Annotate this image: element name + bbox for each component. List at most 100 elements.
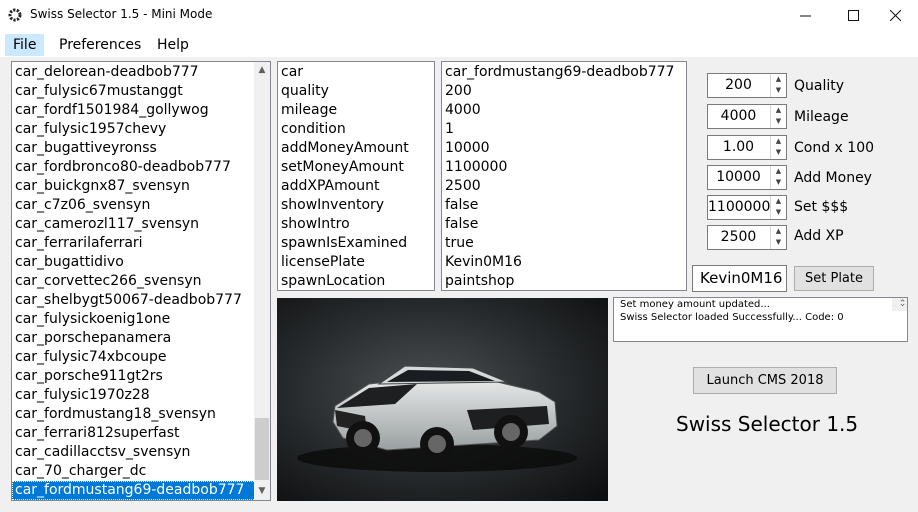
mileage-value[interactable]: 4000 <box>708 108 769 124</box>
property-key[interactable]: setMoneyAmount <box>278 158 434 177</box>
car-list-item[interactable]: car_camerozl117_svensyn <box>12 215 270 234</box>
spin-down-icon[interactable]: ▼ <box>771 177 786 188</box>
set-money-label: Set $$$ <box>794 199 849 215</box>
property-key[interactable]: quality <box>278 82 434 101</box>
spin-up-icon[interactable]: ▲ <box>771 166 786 177</box>
property-value[interactable]: 1100000 <box>442 158 686 177</box>
car-list-item[interactable]: car_bugattiveyronss <box>12 139 270 158</box>
condition-value[interactable]: 1.00 <box>708 139 769 155</box>
property-value[interactable]: 10000 <box>442 139 686 158</box>
mileage-stepper[interactable]: 4000 ▲ ▼ <box>707 104 787 129</box>
minimize-button[interactable] <box>782 0 828 30</box>
car-list-item[interactable]: car_ferrari812superfast <box>12 424 270 443</box>
add-xp-spinner[interactable]: ▲ ▼ <box>770 226 786 249</box>
close-icon <box>889 9 901 21</box>
car-list-item[interactable]: car_70_charger_dc <box>12 462 270 481</box>
mileage-spinner[interactable]: ▲ ▼ <box>770 105 786 128</box>
car-list-item[interactable]: car_fulysic74xbcoupe <box>12 348 270 367</box>
car-list-item[interactable]: car_porsche911gt2rs <box>12 367 270 386</box>
property-key[interactable]: condition <box>278 120 434 139</box>
maximize-button[interactable] <box>830 0 876 30</box>
spin-up-icon[interactable]: ▲ <box>771 105 786 116</box>
car-list-item[interactable]: car_ferrarilaferrari <box>12 234 270 253</box>
property-key[interactable]: showIntro <box>278 215 434 234</box>
car-list-item[interactable]: car_c7z06_svensyn <box>12 196 270 215</box>
add-money-stepper[interactable]: 10000 ▲ ▼ <box>707 165 787 190</box>
property-key[interactable]: addXPAmount <box>278 177 434 196</box>
license-plate-input[interactable]: Kevin0M16 <box>692 265 787 292</box>
car-list-item[interactable]: car_porschepanamera <box>12 329 270 348</box>
spin-down-icon[interactable]: ▼ <box>771 147 786 158</box>
set-plate-button[interactable]: Set Plate <box>794 266 874 291</box>
quality-value[interactable]: 200 <box>708 77 769 93</box>
property-value[interactable]: paintshop <box>442 272 686 290</box>
chevron-down-icon[interactable]: ⌄ <box>892 298 907 311</box>
property-key[interactable]: licensePlate <box>278 253 434 272</box>
spin-up-icon[interactable]: ▲ <box>771 136 786 147</box>
property-key[interactable]: spawnLocation <box>278 272 434 290</box>
add-money-value[interactable]: 10000 <box>708 169 769 185</box>
car-list-item[interactable]: car_fordmustang69-deadbob777 <box>12 481 270 500</box>
car-list-item[interactable]: car_fordbronco80-deadbob777 <box>12 158 270 177</box>
car-list-item[interactable]: car_bugattidivo <box>12 253 270 272</box>
property-value[interactable]: 200 <box>442 82 686 101</box>
scroll-up-arrow-icon[interactable]: ▲ <box>254 62 270 79</box>
car-list-item[interactable]: car_fulysic1970z28 <box>12 386 270 405</box>
property-key[interactable]: addMoneyAmount <box>278 139 434 158</box>
quality-spinner[interactable]: ▲ ▼ <box>770 74 786 97</box>
spin-down-icon[interactable]: ▼ <box>771 237 786 248</box>
maximize-icon <box>847 9 859 21</box>
car-list-item[interactable]: car_fulysic67mustanggt <box>12 82 270 101</box>
property-value[interactable]: Kevin0M16 <box>442 253 686 272</box>
status-scrollbar[interactable]: ⌃ ⌄ <box>892 298 907 311</box>
property-key[interactable]: car <box>278 63 434 82</box>
set-money-value[interactable]: 1100000 <box>708 199 770 215</box>
launch-cms-button[interactable]: Launch CMS 2018 <box>693 367 837 394</box>
car-list-scrollbar[interactable]: ▲ ▼ <box>254 62 270 500</box>
property-value[interactable]: 1 <box>442 120 686 139</box>
menu-preferences[interactable]: Preferences <box>51 34 149 56</box>
set-money-stepper[interactable]: 1100000 ▲ ▼ <box>707 195 787 220</box>
status-log[interactable]: Set money amount updated... Swiss Select… <box>613 297 908 342</box>
spin-down-icon[interactable]: ▼ <box>771 85 786 96</box>
property-keys-listbox[interactable]: car quality mileage condition addMoneyAmount… <box>277 61 435 291</box>
car-list-item[interactable]: car_fulysickoenig1one <box>12 310 270 329</box>
add-xp-stepper[interactable]: 2500 ▲ ▼ <box>707 225 787 250</box>
close-button[interactable] <box>872 0 918 30</box>
property-key[interactable]: mileage <box>278 101 434 120</box>
property-key[interactable]: spawnIsExamined <box>278 234 434 253</box>
car-list-item[interactable]: car_corvettec266_svensyn <box>12 272 270 291</box>
spin-up-icon[interactable]: ▲ <box>771 74 786 85</box>
set-money-spinner[interactable]: ▲ ▼ <box>770 196 786 219</box>
quality-stepper[interactable]: 200 ▲ ▼ <box>707 73 787 98</box>
spin-up-icon[interactable]: ▲ <box>771 196 786 207</box>
car-list-item[interactable]: car_shelbygt50067-deadbob777 <box>12 291 270 310</box>
scroll-thumb[interactable] <box>255 418 269 480</box>
spin-down-icon[interactable]: ▼ <box>771 207 786 218</box>
car-list-item[interactable]: car_fulysic1957chevy <box>12 120 270 139</box>
condition-stepper[interactable]: 1.00 ▲ ▼ <box>707 135 787 160</box>
property-values-listbox[interactable]: car_fordmustang69-deadbob777 200 4000 1 1000… <box>441 61 687 291</box>
status-line: Swiss Selector loaded Successfully... Co… <box>620 312 844 323</box>
property-key[interactable]: showInventory <box>278 196 434 215</box>
property-value[interactable]: car_fordmustang69-deadbob777 <box>442 63 686 82</box>
property-value[interactable]: false <box>442 196 686 215</box>
property-value[interactable]: 2500 <box>442 177 686 196</box>
spin-up-icon[interactable]: ▲ <box>771 226 786 237</box>
property-value[interactable]: true <box>442 234 686 253</box>
menu-help[interactable]: Help <box>149 34 197 56</box>
scroll-down-arrow-icon[interactable]: ▼ <box>254 483 270 500</box>
car-list-item[interactable]: car_cadillacctsv_svensyn <box>12 443 270 462</box>
property-value[interactable]: false <box>442 215 686 234</box>
car-list-item[interactable]: car_buickgnx87_svensyn <box>12 177 270 196</box>
car-list-item[interactable]: car_fordmustang18_svensyn <box>12 405 270 424</box>
car-listbox[interactable]: car_delorean-deadbob777 car_fulysic67must… <box>11 61 271 501</box>
property-value[interactable]: 4000 <box>442 101 686 120</box>
spin-down-icon[interactable]: ▼ <box>771 116 786 127</box>
menu-file[interactable]: File <box>5 34 45 56</box>
add-xp-value[interactable]: 2500 <box>708 229 769 245</box>
add-money-spinner[interactable]: ▲ ▼ <box>770 166 786 189</box>
car-list-item[interactable]: car_delorean-deadbob777 <box>12 63 270 82</box>
car-list-item[interactable]: car_fordf1501984_gollywog <box>12 101 270 120</box>
condition-spinner[interactable]: ▲ ▼ <box>770 136 786 159</box>
